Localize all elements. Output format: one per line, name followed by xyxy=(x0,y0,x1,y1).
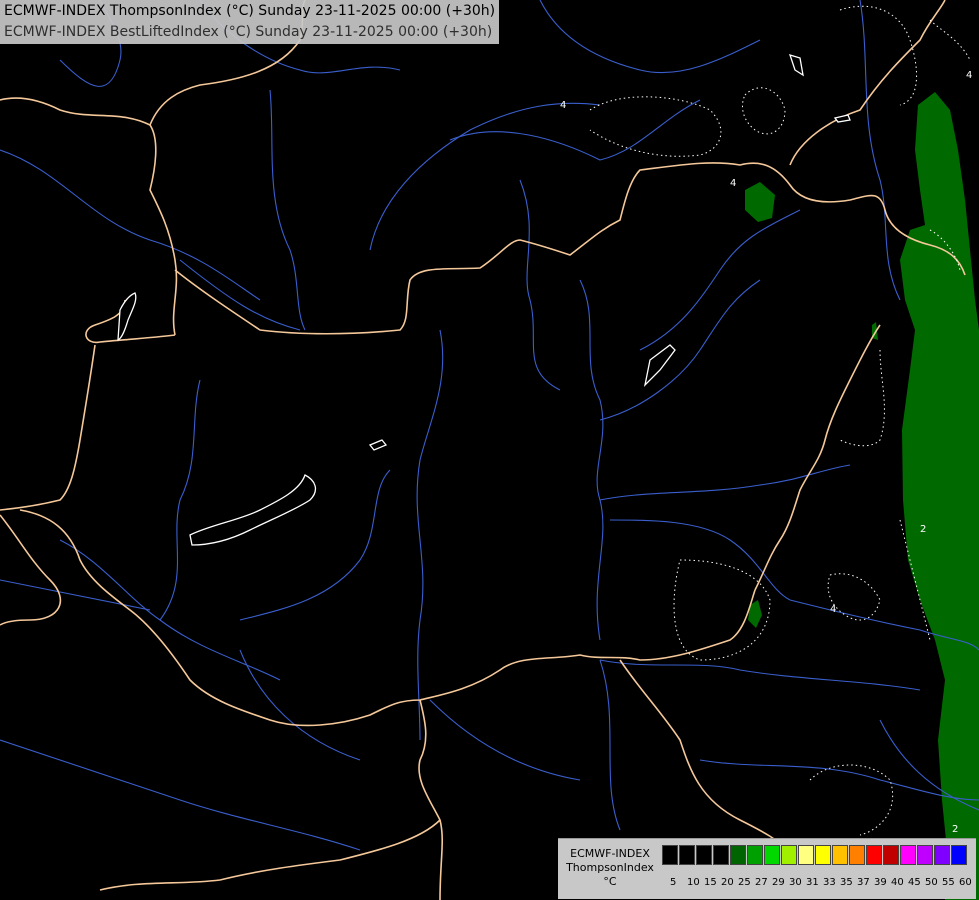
legend-swatch xyxy=(747,845,763,865)
legend-tick-label: 35 xyxy=(840,877,853,888)
legend-swatch xyxy=(798,845,814,865)
legend-tick-label: 37 xyxy=(857,877,870,888)
contour-label: 4 xyxy=(730,178,736,189)
legend-tick-label: 29 xyxy=(772,877,785,888)
legend-swatch xyxy=(951,845,967,865)
contour-label: 2 xyxy=(952,824,958,835)
legend-tick-label: 55 xyxy=(942,877,955,888)
legend-label: ECMWF-INDEX ThompsonIndex °C xyxy=(562,847,658,889)
legend-tick-label: 30 xyxy=(789,877,802,888)
legend-parameter: ThompsonIndex xyxy=(566,861,654,874)
legend-swatch xyxy=(917,845,933,865)
legend-swatch xyxy=(832,845,848,865)
legend-swatch xyxy=(849,845,865,865)
legend-swatch xyxy=(713,845,729,865)
contour-label: 4 xyxy=(560,100,566,111)
legend-swatch xyxy=(815,845,831,865)
map-title-box: ECMWF-INDEX ThompsonIndex (°C) Sunday 23… xyxy=(0,0,500,44)
legend-tick-label: 10 xyxy=(687,877,700,888)
legend-tick-label: 25 xyxy=(738,877,751,888)
legend-tick-label: 15 xyxy=(704,877,717,888)
legend-swatches xyxy=(662,845,968,865)
legend-tick-label: 5 xyxy=(670,877,677,888)
contour-label: 4 xyxy=(830,604,836,615)
legend-tick-label: 27 xyxy=(755,877,768,888)
contour-label: 2 xyxy=(920,524,926,535)
map-title-bestlifted: ECMWF-INDEX BestLiftedIndex (°C) Sunday … xyxy=(4,24,493,40)
legend-tick-label: 50 xyxy=(925,877,938,888)
legend-tick-label: 45 xyxy=(908,877,921,888)
legend-swatch xyxy=(781,845,797,865)
legend-model: ECMWF-INDEX xyxy=(570,847,650,860)
map-background xyxy=(0,0,979,900)
legend-swatch xyxy=(883,845,899,865)
legend-tick-label: 40 xyxy=(891,877,904,888)
legend-swatch xyxy=(764,845,780,865)
map-title-thompson: ECMWF-INDEX ThompsonIndex (°C) Sunday 23… xyxy=(4,3,496,19)
legend-swatch xyxy=(696,845,712,865)
contour-label: 4 xyxy=(966,70,972,81)
legend-tick-label: 33 xyxy=(823,877,836,888)
legend-unit: °C xyxy=(603,875,617,888)
legend-tick-label: 60 xyxy=(959,877,972,888)
legend-swatch xyxy=(900,845,916,865)
color-legend: ECMWF-INDEX ThompsonIndex °C 5 10 15 20 25 27… xyxy=(558,838,976,899)
legend-tick-label: 39 xyxy=(874,877,887,888)
weather-map: 4 4 4 4 2 2 xyxy=(0,0,979,900)
legend-swatch xyxy=(934,845,950,865)
legend-tick-label: 31 xyxy=(806,877,819,888)
legend-swatch xyxy=(662,845,678,865)
legend-swatch xyxy=(730,845,746,865)
legend-swatch xyxy=(679,845,695,865)
legend-swatch xyxy=(866,845,882,865)
legend-ticks: 5 10 15 20 25 27 29 30 31 33 35 37 39 40 45 50 55 60 xyxy=(670,877,976,888)
legend-tick-label: 20 xyxy=(721,877,734,888)
